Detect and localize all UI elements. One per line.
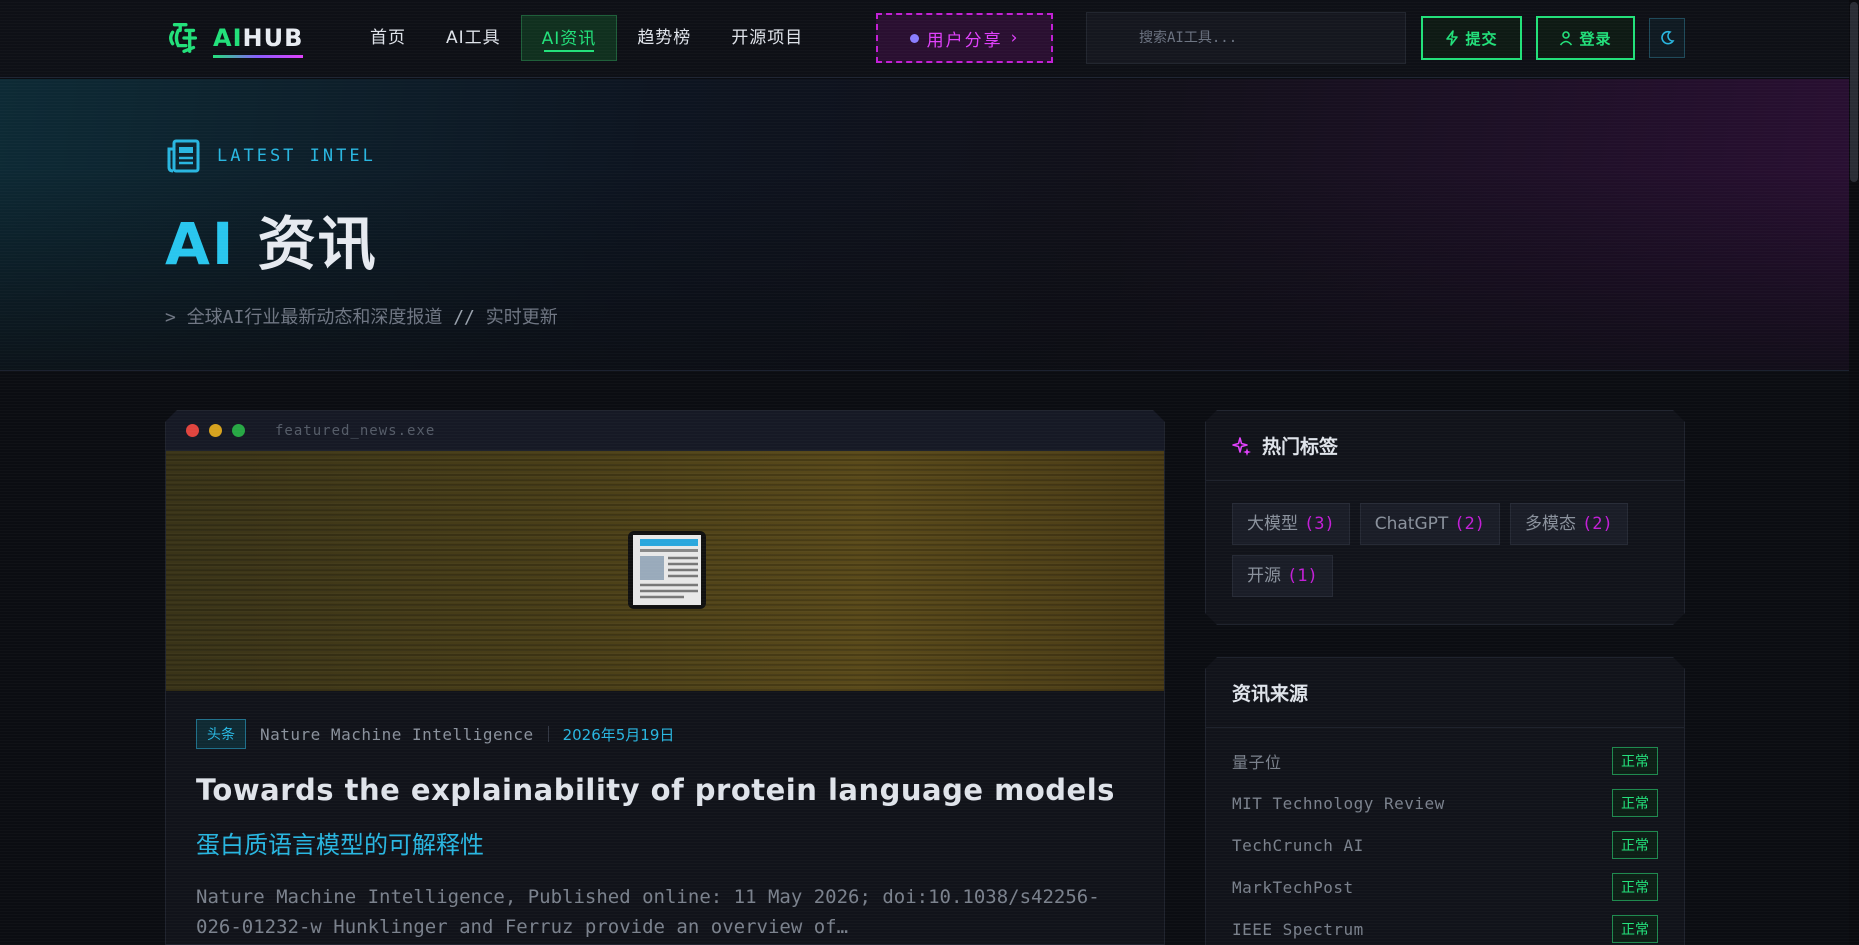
news-source: Nature Machine Intelligence: [260, 724, 534, 744]
nav-ai-news[interactable]: AI资讯: [520, 15, 618, 61]
tag-chip[interactable]: ChatGPT (2): [1360, 503, 1500, 545]
nav-trending[interactable]: 趋势榜: [617, 15, 711, 61]
window-maximize-dot-icon: [232, 424, 245, 437]
hot-tags-title: 热门标签: [1262, 436, 1339, 458]
scrollbar-thumb[interactable]: [1850, 2, 1858, 182]
sources-title: 资讯来源: [1232, 683, 1309, 705]
search-box: [1086, 12, 1406, 64]
hot-tags-panel: 热门标签 大模型 (3) ChatGPT (2) 多模态 (2) 开源 (1): [1205, 410, 1685, 625]
status-badge: 正常: [1612, 873, 1658, 901]
source-row[interactable]: MarkTechPost 正常: [1232, 866, 1658, 908]
subtitle-tail: 实时更新: [485, 307, 558, 328]
subtitle-separator: //: [453, 307, 475, 328]
tag-label: ChatGPT: [1374, 514, 1449, 534]
window-close-dot-icon: [186, 424, 199, 437]
tag-count: (1): [1287, 566, 1318, 586]
headline-badge: 头条: [196, 719, 246, 749]
bolt-icon: [1446, 30, 1459, 46]
news-sources-panel: 资讯来源 量子位 正常 MIT Technology Review 正常 TechC…: [1205, 657, 1685, 945]
top-navbar: AIHUB 首页 AI工具 AI资讯 趋势榜 开源项目 用户分享 › 提交 登录: [0, 0, 1849, 78]
share-label: 用户分享: [926, 30, 1003, 51]
tag-label: 开源: [1247, 566, 1281, 586]
source-name: MarkTechPost: [1232, 877, 1354, 897]
tag-count: (2): [1454, 514, 1485, 534]
news-date: 2026年5月19日: [562, 725, 675, 744]
logo-underline: [213, 55, 304, 58]
logo-ai: AI: [213, 24, 243, 52]
source-name: MIT Technology Review: [1232, 793, 1445, 813]
hero-eyebrow: LATEST INTEL: [165, 137, 558, 175]
tag-label: 大模型: [1247, 514, 1298, 534]
window-minimize-dot-icon: [209, 424, 222, 437]
logo-hub: HUB: [242, 24, 304, 52]
hot-tags-header: 热门标签: [1206, 411, 1684, 481]
tag-count: (2): [1581, 514, 1613, 534]
source-row[interactable]: 量子位 正常: [1232, 740, 1658, 782]
logo[interactable]: AIHUB: [165, 18, 304, 58]
news-description: Nature Machine Intelligence, Published o…: [196, 886, 1100, 938]
main-nav: 首页 AI工具 AI资讯 趋势榜 开源项目: [350, 15, 823, 61]
tag-chip[interactable]: 大模型 (3): [1232, 503, 1350, 545]
subtitle-prefix: >: [165, 307, 176, 328]
featured-image[interactable]: [166, 451, 1164, 691]
newspaper-icon: [624, 527, 710, 613]
card-window-title: featured_news.exe: [275, 422, 436, 439]
hero-content: LATEST INTEL AI 资讯 > 全球AI行业最新动态和深度报道 // …: [165, 137, 558, 329]
status-badge: 正常: [1612, 789, 1658, 817]
subtitle-main: 全球AI行业最新动态和深度报道: [186, 307, 443, 328]
page-title-ai: AI: [165, 210, 236, 278]
nav-ai-tools[interactable]: AI工具: [426, 15, 521, 61]
page-title: AI 资讯: [165, 197, 558, 281]
hero-banner: LATEST INTEL AI 资讯 > 全球AI行业最新动态和深度报道 // …: [0, 79, 1849, 371]
source-row[interactable]: TechCrunch AI 正常: [1232, 824, 1658, 866]
search-input[interactable]: [1087, 13, 1405, 63]
user-share-button[interactable]: 用户分享 ›: [876, 13, 1053, 63]
chevron-right-icon: ›: [1010, 28, 1020, 48]
sources-header: 资讯来源: [1206, 658, 1684, 728]
status-badge: 正常: [1612, 747, 1658, 775]
sources-list: 量子位 正常 MIT Technology Review 正常 TechCrunch…: [1206, 728, 1684, 945]
submit-label: 提交: [1465, 29, 1498, 48]
submit-button[interactable]: 提交: [1421, 16, 1522, 60]
status-badge: 正常: [1612, 831, 1658, 859]
logo-text: AIHUB: [213, 24, 304, 58]
card-window-bar: featured_news.exe: [166, 411, 1164, 451]
tag-label: 多模态: [1524, 514, 1576, 534]
news-title[interactable]: Towards the explainability of protein la…: [196, 773, 1134, 807]
card-meta: 头条 Nature Machine Intelligence 2026年5月19…: [196, 719, 1134, 749]
page-scrollbar[interactable]: [1849, 0, 1859, 945]
tag-chip[interactable]: 开源 (1): [1232, 555, 1333, 597]
page-title-rest: 资讯: [257, 210, 378, 278]
newspaper-icon: [167, 139, 200, 173]
meta-divider: [548, 726, 549, 742]
source-name: 量子位: [1232, 753, 1282, 772]
news-title-translation[interactable]: 蛋白质语言模型的可解释性: [196, 825, 1134, 860]
sparkle-icon: [1232, 436, 1252, 456]
source-name: IEEE Spectrum: [1232, 919, 1364, 939]
share-dot-icon: [909, 33, 919, 43]
tags-list: 大模型 (3) ChatGPT (2) 多模态 (2) 开源 (1): [1206, 481, 1684, 619]
hero-eyebrow-text: LATEST INTEL: [217, 146, 376, 166]
login-button[interactable]: 登录: [1536, 16, 1635, 60]
source-row[interactable]: MIT Technology Review 正常: [1232, 782, 1658, 824]
tag-chip[interactable]: 多模态 (2): [1510, 503, 1628, 545]
login-label: 登录: [1579, 29, 1612, 48]
tag-count: (3): [1304, 514, 1335, 534]
logo-icon: [169, 23, 198, 53]
user-icon: [1560, 31, 1573, 46]
source-name: TechCrunch AI: [1232, 835, 1364, 855]
page-subtitle: > 全球AI行业最新动态和深度报道 // 实时更新: [165, 303, 558, 329]
status-badge: 正常: [1612, 915, 1658, 943]
nav-open-source[interactable]: 开源项目: [711, 15, 823, 61]
card-body: 头条 Nature Machine Intelligence 2026年5月19…: [166, 691, 1164, 945]
moon-icon: [1661, 30, 1675, 45]
nav-home[interactable]: 首页: [350, 15, 426, 61]
featured-news-card[interactable]: featured_news.exe 头条 Nature Machine Inte…: [165, 410, 1165, 945]
source-row[interactable]: IEEE Spectrum 正常: [1232, 908, 1658, 945]
theme-toggle-button[interactable]: [1649, 18, 1685, 58]
